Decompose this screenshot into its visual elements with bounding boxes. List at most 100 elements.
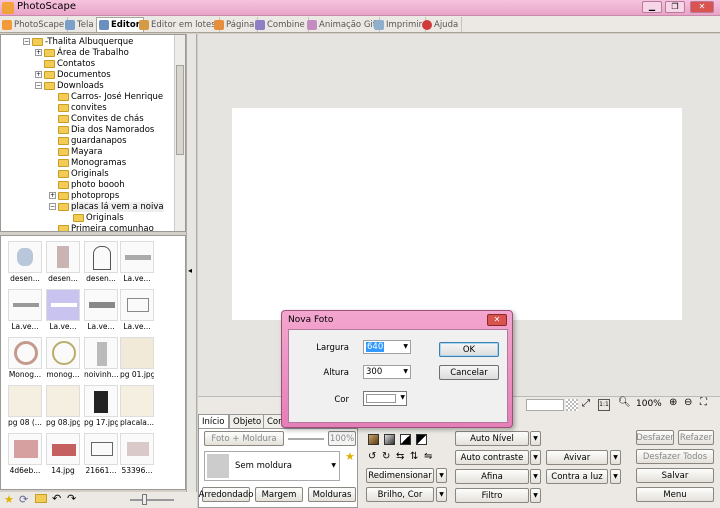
tree-item[interactable]: Dia dos Namorados [58,124,154,135]
tree-item[interactable]: Primeira comunhao [58,223,154,231]
chevron-down-icon[interactable]: ▼ [403,368,408,375]
thumbnail-item[interactable]: placala... [120,385,154,429]
minimize-button[interactable]: ▁ [642,1,662,13]
sharpen-dropdown[interactable]: ▼ [530,469,541,484]
mirror-icon[interactable]: ⇋ [424,451,432,462]
thumbnail-item[interactable]: La.ve... [120,241,154,285]
thumbnail-item[interactable]: 4d6eb... [8,433,42,477]
tree-item[interactable]: Originals [58,168,109,179]
collapse-icon[interactable]: − [49,203,56,210]
fit-icon[interactable]: ⤢ [582,398,590,409]
close-button[interactable]: ✕ [690,1,714,13]
filter-button[interactable]: Filtro [455,488,529,503]
tree-item[interactable]: Carros- José Henrique [58,91,163,102]
transparency-icon[interactable] [566,399,578,411]
collapse-icon[interactable]: − [23,38,30,45]
margin-button[interactable]: Margem [255,487,303,502]
zoom-in-icon[interactable]: ⊕ [669,397,677,408]
tab-animacao-gif[interactable]: Animação Gif [305,17,380,32]
revive-dropdown[interactable]: ▼ [610,450,621,465]
auto-level-dropdown[interactable]: ▼ [530,431,541,446]
tree-item[interactable]: Contatos [44,58,95,69]
resize-dropdown[interactable]: ▼ [436,468,447,483]
rotate-left-icon[interactable]: ↺ [368,451,376,462]
thumbnail-panel[interactable]: desen... desen... desen... La.ve... La.v… [0,235,186,490]
cancel-button[interactable]: Cancelar [439,365,499,380]
sharpen-button[interactable]: Afina [455,469,529,484]
negative-icon[interactable] [416,434,427,445]
tab-editor-em-lotes[interactable]: Editor em lotes [137,17,220,32]
thumbnail-item[interactable]: pg 08.jpg [46,385,80,429]
frame-select[interactable]: Sem moldura ▼ [204,451,340,481]
auto-level-button[interactable]: Auto Nível [455,431,529,446]
flip-horizontal-icon[interactable]: ⇆ [396,451,404,462]
ok-button[interactable]: OK [439,342,499,357]
expand-icon[interactable]: + [35,49,42,56]
thumbnail-item[interactable]: Monog... [8,337,42,381]
resize-button[interactable]: Redimensionar [366,468,434,483]
tab-imprimir[interactable]: Imprimir [372,17,427,32]
collapse-arrow-icon[interactable]: ◂ [188,266,192,275]
panel-splitter[interactable]: ◂ [186,34,197,492]
tree-item[interactable]: + photoprops [49,190,119,201]
star-icon[interactable]: ★ [4,493,14,506]
tree-item-selected[interactable]: − placas lá vem a noiva [49,201,164,212]
zoom-fit-icon[interactable]: 🔍︎ [618,397,631,408]
tree-scrollbar[interactable] [174,35,185,231]
black-white-icon[interactable] [400,434,411,445]
expand-icon[interactable]: + [35,71,42,78]
save-button[interactable]: Salvar [636,468,714,483]
width-combo[interactable]: 640 ▼ [363,340,411,354]
frame-size-slider[interactable] [288,438,324,440]
tab-inicio[interactable]: Início [198,414,229,428]
thumbnail-item[interactable]: noivinh... [84,337,118,381]
thumbnail-item[interactable]: monog... [46,337,80,381]
tab-combine[interactable]: Combine [253,17,309,32]
backlight-button[interactable]: Contra a luz [546,469,608,484]
tree-item[interactable]: convites [58,102,107,113]
menu-button[interactable]: Menu [636,487,714,502]
tree-item[interactable]: Mayara [58,146,103,157]
thumbnail-item[interactable]: La.ve... [8,289,42,333]
round-corners-button[interactable]: Arredondado [199,487,253,502]
chevron-down-icon[interactable]: ▼ [403,343,408,350]
thumbnail-item[interactable]: pg 01.jpg [120,337,154,381]
thumbnail-size-slider[interactable] [130,499,174,501]
photo-canvas[interactable] [232,108,682,320]
sepia-icon[interactable] [368,434,379,445]
thumbnail-item[interactable]: 21661... [84,433,118,477]
full-screen-icon[interactable]: ⛶ [700,397,707,408]
chevron-down-icon[interactable]: ▼ [331,462,336,469]
brightness-dropdown[interactable]: ▼ [436,487,447,502]
undo-all-button[interactable]: Desfazer Todos [636,449,714,464]
tree-item[interactable]: Convites de chás [58,113,144,124]
thumbnail-item[interactable]: desen... [8,241,42,285]
backlight-dropdown[interactable]: ▼ [610,469,621,484]
actual-size-icon[interactable]: 1:1 [598,399,610,411]
thumbnail-item[interactable]: desen... [84,241,118,285]
tab-ajuda[interactable]: Ajuda [420,17,463,32]
thumbnail-item[interactable]: 53396... [120,433,154,477]
star-icon[interactable]: ★ [345,450,355,463]
folder-tree[interactable]: − -Thalita Albuquerque + Área de Trabalho … [0,34,186,232]
tab-tela[interactable]: Tela [63,17,98,32]
slider-handle[interactable] [142,494,147,505]
undo-button[interactable]: Desfazer [636,430,674,445]
thumbnail-item[interactable]: La.ve... [46,289,80,333]
forward-icon[interactable]: ↷ [67,492,76,505]
refresh-icon[interactable]: ⟳ [19,493,28,506]
tree-scrollbar-thumb[interactable] [176,65,184,155]
thumbnail-item[interactable]: La.ve... [84,289,118,333]
tree-item[interactable]: − Downloads [35,80,104,91]
dialog-close-button[interactable]: ✕ [487,314,507,326]
tree-item[interactable]: Originals [73,212,124,223]
folder-icon[interactable] [35,494,47,503]
tree-item[interactable]: guardanapos [58,135,127,146]
revive-button[interactable]: Avivar [546,450,608,465]
thumbnail-item[interactable]: La.ve... [120,289,154,333]
back-icon[interactable]: ↶ [52,492,61,505]
rotate-right-icon[interactable]: ↻ [382,451,390,462]
maximize-button[interactable]: ❐ [665,1,685,13]
auto-contrast-dropdown[interactable]: ▼ [530,450,541,465]
filter-dropdown[interactable]: ▼ [530,488,541,503]
